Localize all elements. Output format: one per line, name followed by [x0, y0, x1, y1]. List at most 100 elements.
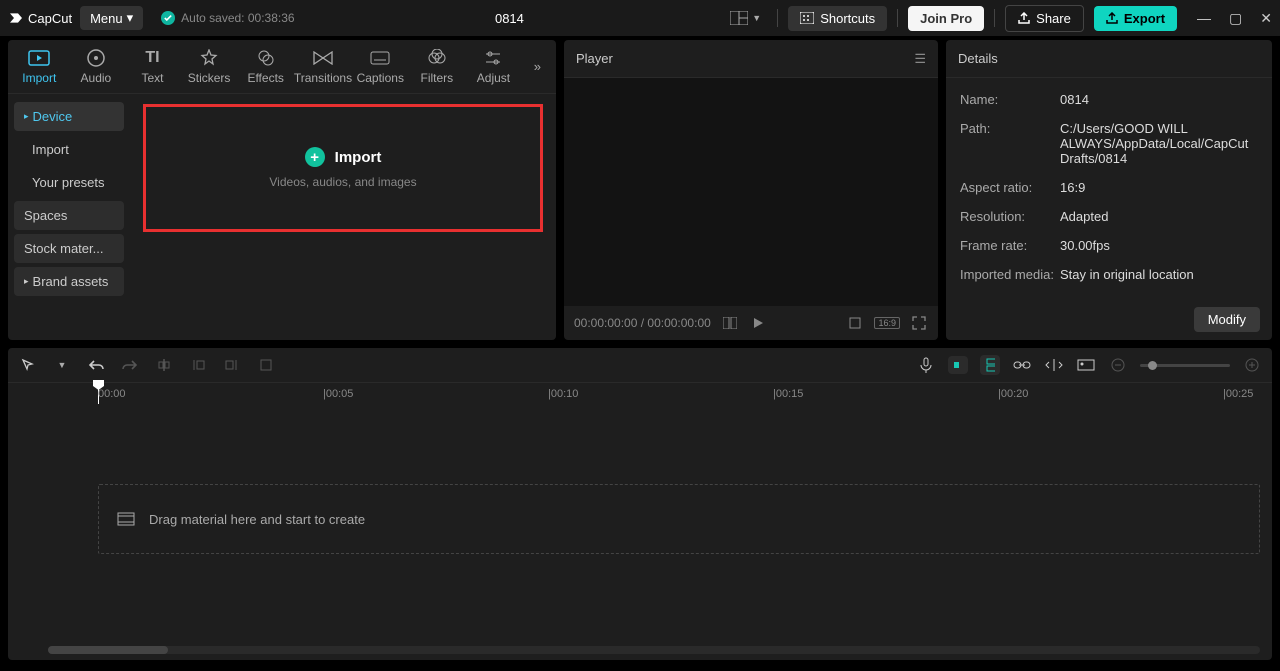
- zoom-slider[interactable]: [1140, 364, 1230, 367]
- tree-item-presets[interactable]: Your presets: [14, 168, 124, 197]
- timeline-body[interactable]: Drag material here and start to create: [8, 404, 1272, 660]
- caret-icon: ▸: [24, 111, 29, 122]
- import-dropzone[interactable]: + Import Videos, audios, and images: [143, 104, 543, 232]
- ruler-mark: |00:15: [773, 388, 803, 400]
- link-button[interactable]: [1012, 360, 1032, 370]
- tab-transitions[interactable]: Transitions: [295, 49, 351, 85]
- tree-item-import[interactable]: Import: [14, 135, 124, 164]
- play-button[interactable]: [749, 317, 767, 329]
- film-icon: [117, 512, 135, 526]
- redo-button[interactable]: [120, 358, 140, 372]
- tree-item-brand[interactable]: ▸Brand assets: [14, 267, 124, 296]
- split-button[interactable]: [154, 358, 174, 372]
- import-body: ▸Device Import Your presets Spaces Stock…: [8, 94, 556, 340]
- tree-label: Import: [32, 142, 69, 157]
- cover-button[interactable]: [1076, 359, 1096, 371]
- timeline-dropzone[interactable]: Drag material here and start to create: [98, 484, 1260, 554]
- trim-right-button[interactable]: [222, 358, 242, 372]
- divider: [994, 9, 995, 27]
- minimize-button[interactable]: —: [1197, 10, 1211, 27]
- ruler-mark: |00:20: [998, 388, 1028, 400]
- detail-row-resolution: Resolution:Adapted: [960, 209, 1258, 224]
- pointer-tool[interactable]: [18, 358, 38, 372]
- ratio-badge[interactable]: 16:9: [874, 317, 900, 329]
- crop-button[interactable]: [256, 358, 276, 372]
- trim-left-button[interactable]: [188, 358, 208, 372]
- tab-label: Import: [22, 71, 56, 85]
- modify-button[interactable]: Modify: [1194, 307, 1260, 332]
- details-body: Name:0814 Path:C:/Users/GOOD WILL ALWAYS…: [946, 78, 1272, 299]
- compare-icon[interactable]: [721, 317, 739, 329]
- tree-item-stock[interactable]: Stock mater...: [14, 234, 124, 263]
- preview-axis-button[interactable]: [1044, 359, 1064, 371]
- export-label: Export: [1124, 11, 1165, 26]
- menu-button[interactable]: Menu ▾: [80, 6, 143, 30]
- detail-value: C:/Users/GOOD WILL ALWAYS/AppData/Local/…: [1060, 121, 1258, 166]
- timeline-ruler[interactable]: 00:00 |00:05 |00:10 |00:15 |00:20 |00:25: [8, 382, 1272, 404]
- divider: [777, 9, 778, 27]
- pointer-dropdown[interactable]: ▼: [52, 360, 72, 370]
- tree-item-spaces[interactable]: Spaces: [14, 201, 124, 230]
- timeline-scrollbar[interactable]: [48, 646, 1260, 654]
- detail-row-imported: Imported media:Stay in original location: [960, 267, 1258, 282]
- player-panel: Player ☰ 00:00:00:00 / 00:00:00:00 16:9: [564, 40, 938, 340]
- tab-text[interactable]: TI Text: [125, 49, 180, 85]
- plus-icon: +: [305, 147, 325, 167]
- linkage-button[interactable]: [980, 355, 1000, 375]
- close-button[interactable]: ✕: [1260, 10, 1272, 27]
- tree-label: Spaces: [24, 208, 67, 223]
- tab-label: Captions: [357, 71, 404, 85]
- stickers-icon: [198, 49, 220, 67]
- zoom-in-button[interactable]: [1242, 358, 1262, 372]
- tab-effects[interactable]: Effects: [238, 49, 293, 85]
- shortcuts-button[interactable]: Shortcuts: [788, 6, 887, 31]
- zoom-knob[interactable]: [1148, 361, 1157, 370]
- scrollbar-thumb[interactable]: [48, 646, 168, 654]
- player-header: Player ☰: [564, 40, 938, 78]
- share-button[interactable]: Share: [1005, 5, 1084, 32]
- import-sub: Videos, audios, and images: [269, 175, 416, 189]
- tree-item-device[interactable]: ▸Device: [14, 102, 124, 131]
- tab-captions[interactable]: Captions: [353, 49, 408, 85]
- tree-label: Brand assets: [33, 274, 109, 289]
- player-menu-button[interactable]: ☰: [914, 51, 926, 67]
- mic-button[interactable]: [916, 357, 936, 373]
- layout-dropdown[interactable]: ▼: [724, 9, 767, 27]
- tree-label: Stock mater...: [24, 241, 103, 256]
- menu-label: Menu: [90, 11, 123, 26]
- main-area: Import Audio TI Text Stickers Effects Tr…: [0, 36, 1280, 340]
- undo-button[interactable]: [86, 358, 106, 372]
- player-footer: 00:00:00:00 / 00:00:00:00 16:9: [564, 306, 938, 340]
- timeline-toolbar: ▼: [8, 348, 1272, 382]
- join-pro-button[interactable]: Join Pro: [908, 6, 984, 31]
- detail-row-name: Name:0814: [960, 92, 1258, 107]
- tab-import[interactable]: Import: [12, 49, 67, 85]
- maximize-button[interactable]: ▢: [1229, 10, 1242, 27]
- tab-filters[interactable]: Filters: [410, 49, 465, 85]
- tree-label: Your presets: [32, 175, 105, 190]
- app-name: CapCut: [28, 11, 72, 26]
- project-title: 0814: [303, 11, 717, 26]
- zoom-out-button[interactable]: [1108, 358, 1128, 372]
- detail-value: 0814: [1060, 92, 1258, 107]
- layout-icon: [730, 11, 748, 25]
- tab-stickers[interactable]: Stickers: [182, 49, 237, 85]
- details-header: Details: [946, 40, 1272, 78]
- detail-label: Imported media:: [960, 267, 1060, 282]
- detail-value: 30.00fps: [1060, 238, 1258, 253]
- tabs-more-button[interactable]: »: [523, 59, 552, 74]
- tab-adjust[interactable]: Adjust: [466, 49, 521, 85]
- tab-label: Transitions: [294, 71, 352, 85]
- titlebar-right: ▼ Shortcuts Join Pro Share Export — ▢ ✕: [724, 5, 1272, 32]
- import-zone-wrap: + Import Videos, audios, and images: [130, 94, 556, 340]
- export-button[interactable]: Export: [1094, 6, 1177, 31]
- player-viewport[interactable]: [564, 78, 938, 306]
- crop-icon[interactable]: [846, 316, 864, 330]
- magnet-button[interactable]: [948, 356, 968, 374]
- player-footer-right: 16:9: [846, 316, 928, 330]
- tab-audio[interactable]: Audio: [69, 49, 124, 85]
- ruler-mark: |00:05: [323, 388, 353, 400]
- fullscreen-icon[interactable]: [910, 316, 928, 330]
- audio-icon: [85, 49, 107, 67]
- window-controls: — ▢ ✕: [1197, 10, 1272, 27]
